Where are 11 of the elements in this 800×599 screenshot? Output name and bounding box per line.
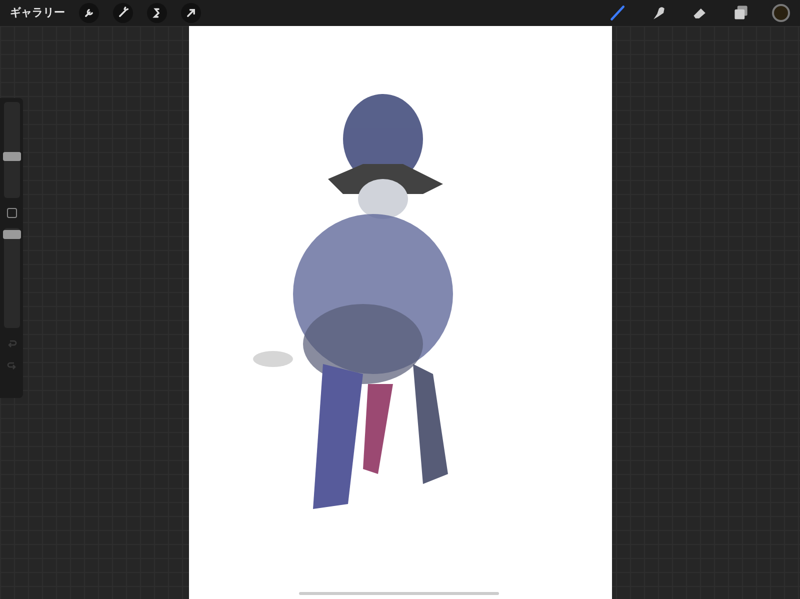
- square-button[interactable]: [6, 208, 16, 218]
- gallery-button[interactable]: ギャラリー: [10, 4, 65, 22]
- slider-handle[interactable]: [2, 152, 20, 161]
- brush-size-slider[interactable]: [4, 102, 20, 198]
- wand-icon[interactable]: [113, 3, 133, 23]
- color-swatch[interactable]: [772, 4, 790, 22]
- slider-handle[interactable]: [2, 230, 20, 239]
- wrench-icon[interactable]: [79, 3, 99, 23]
- s-curve-icon[interactable]: [147, 3, 167, 23]
- canvas[interactable]: [188, 26, 612, 599]
- opacity-slider[interactable]: [4, 228, 20, 328]
